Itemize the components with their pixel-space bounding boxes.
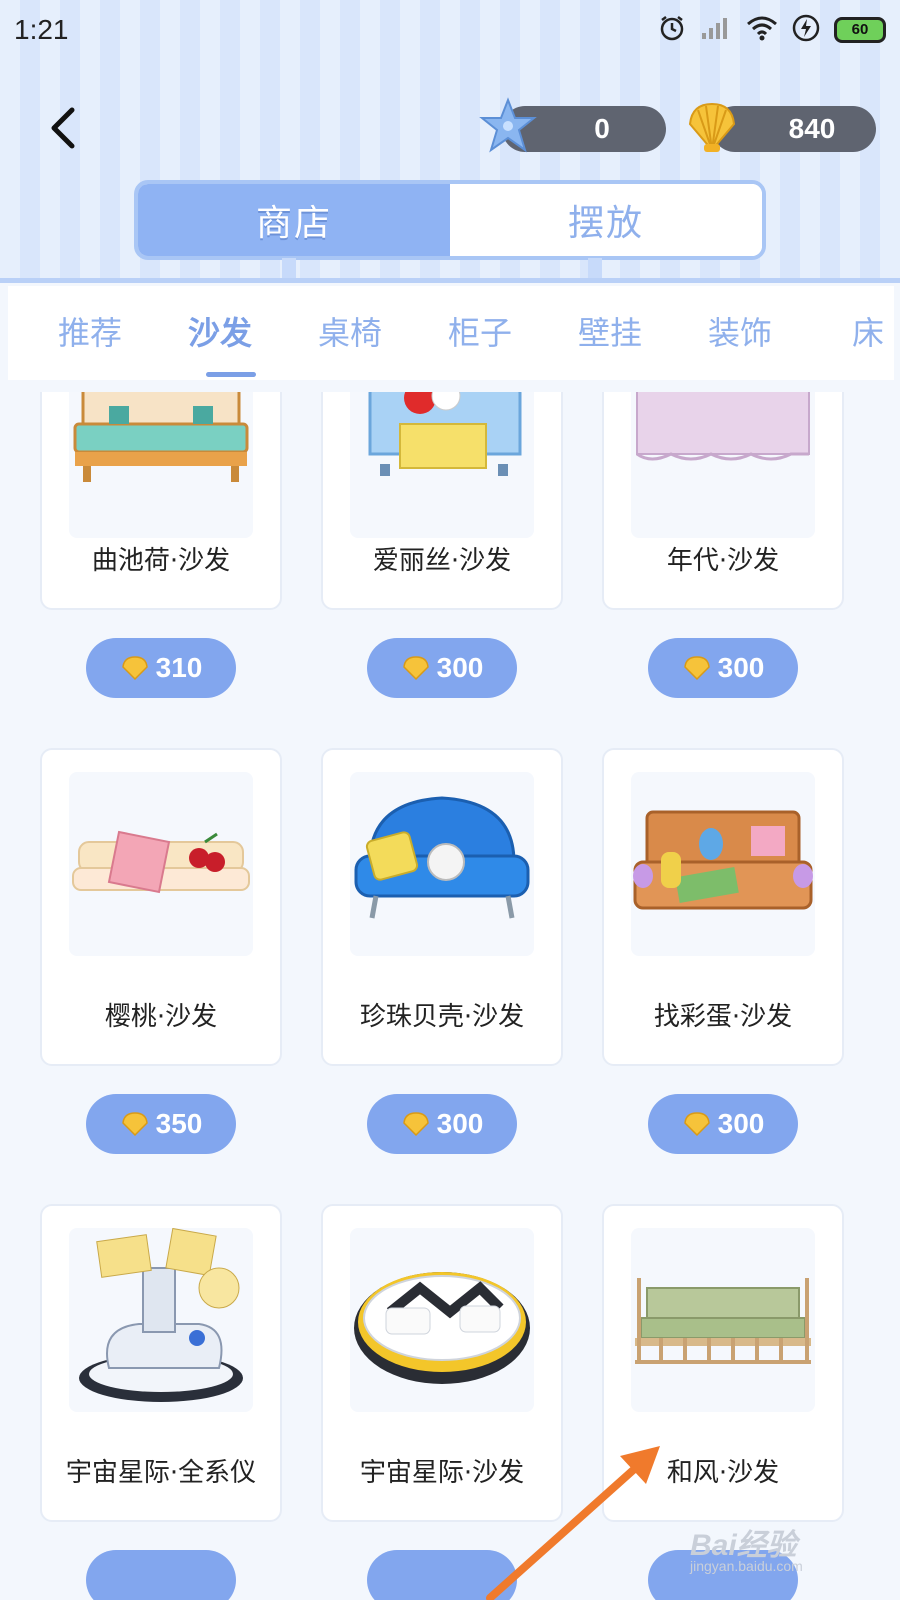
- item-name: 珍珠贝壳·沙发: [359, 1002, 525, 1032]
- category-bed[interactable]: 床: [852, 308, 884, 354]
- item-card[interactable]: 年代·沙发: [602, 392, 844, 610]
- sofa-image: [69, 1228, 253, 1412]
- item-name: 樱桃·沙发: [104, 1002, 218, 1032]
- item-card[interactable]: 宇宙星际·全系仪: [40, 1204, 282, 1522]
- item-name: 找彩蛋·沙发: [653, 1002, 793, 1032]
- signal-icon: [700, 15, 732, 45]
- shell-icon: [683, 656, 710, 681]
- price-button[interactable]: 310: [86, 638, 236, 698]
- item-name: 爱丽丝·沙发: [372, 546, 512, 576]
- sofa-image: [631, 772, 815, 956]
- category-underline: [206, 372, 256, 377]
- shell-icon: [683, 1112, 710, 1137]
- price-button[interactable]: 300: [648, 1094, 798, 1154]
- category-cabinet[interactable]: 柜子: [448, 308, 512, 354]
- price-button[interactable]: 300: [367, 638, 517, 698]
- charging-icon: [792, 14, 820, 46]
- wifi-icon: [746, 15, 778, 45]
- sofa-image: [631, 1228, 815, 1412]
- sofa-image: [631, 392, 815, 538]
- item-card[interactable]: 找彩蛋·沙发: [602, 748, 844, 1066]
- category-decor[interactable]: 装饰: [708, 308, 772, 354]
- item-card[interactable]: 珍珠贝壳·沙发: [321, 748, 563, 1066]
- header: 1:21 60 0 840 商店 摆放: [0, 0, 900, 283]
- alarm-icon: [658, 14, 686, 46]
- tab-shop[interactable]: 商店: [138, 184, 450, 256]
- shell-icon: [121, 656, 148, 681]
- category-sofa[interactable]: 沙发: [188, 308, 252, 354]
- item-card[interactable]: 樱桃·沙发: [40, 748, 282, 1066]
- sofa-image: [69, 772, 253, 956]
- category-wall[interactable]: 壁挂: [578, 308, 642, 354]
- status-bar: 1:21 60: [0, 0, 900, 62]
- item-grid: 曲池荷·沙发 310 爱丽丝·沙发 300 年代·沙发 300 樱桃·沙发 35…: [0, 392, 900, 1600]
- annotation-arrow-icon: [486, 1446, 660, 1600]
- battery-icon: 60: [834, 17, 886, 43]
- price-button[interactable]: 350: [86, 1094, 236, 1154]
- price-button[interactable]: 300: [367, 1094, 517, 1154]
- sofa-image: [350, 772, 534, 956]
- item-name: 年代·沙发: [666, 546, 780, 576]
- shell-icon: [402, 656, 429, 681]
- item-name: 宇宙星际·全系仪: [65, 1458, 257, 1488]
- shell-icon: [402, 1112, 429, 1137]
- item-card[interactable]: 爱丽丝·沙发: [321, 392, 563, 610]
- watermark-url: jingyan.baidu.com: [690, 1558, 803, 1574]
- shell-icon: [684, 100, 740, 158]
- item-card[interactable]: 曲池荷·沙发: [40, 392, 282, 610]
- category-recommend[interactable]: 推荐: [58, 308, 122, 354]
- category-table-chair[interactable]: 桌椅: [318, 308, 382, 354]
- item-name: 曲池荷·沙发: [91, 546, 231, 576]
- tab-place[interactable]: 摆放: [450, 184, 762, 256]
- back-button[interactable]: [42, 104, 86, 152]
- sofa-image: [350, 1228, 534, 1412]
- category-bar: 推荐 沙发 桌椅 柜子 壁挂 装饰 床: [8, 286, 894, 380]
- mode-tabs: 商店 摆放: [134, 180, 766, 260]
- status-time: 1:21: [14, 14, 69, 45]
- chevron-left-icon: [51, 107, 75, 149]
- price-button[interactable]: [86, 1550, 236, 1600]
- starfish-icon: [478, 96, 538, 162]
- price-button[interactable]: 300: [648, 638, 798, 698]
- sofa-image: [69, 392, 253, 538]
- star-count: 0: [594, 113, 610, 144]
- sofa-image: [350, 392, 534, 538]
- shell-icon: [121, 1112, 148, 1137]
- shell-count: 840: [788, 113, 836, 144]
